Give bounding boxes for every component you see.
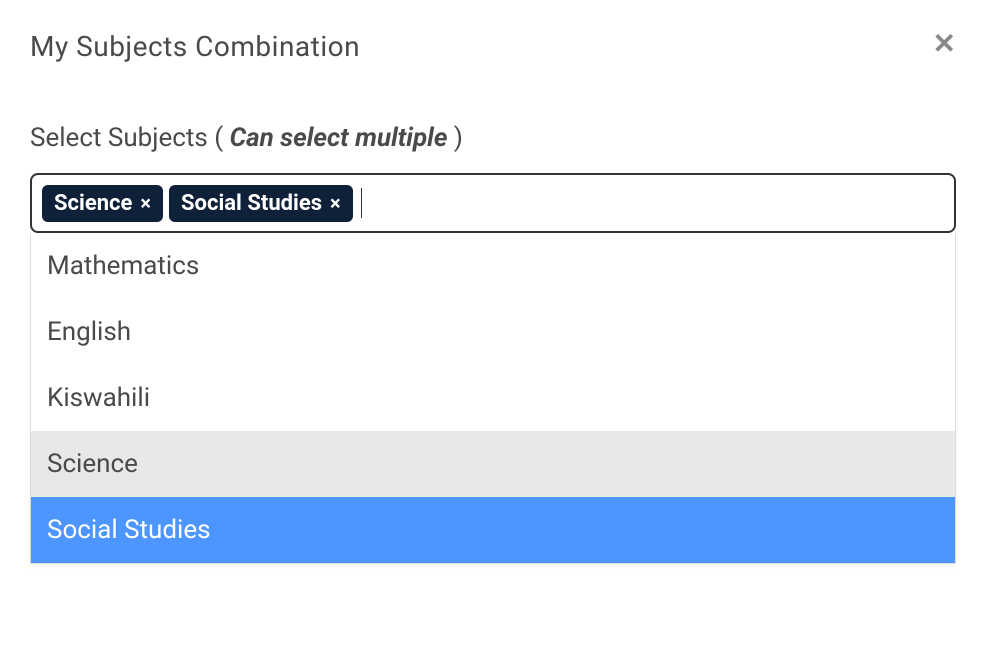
dropdown-menu: Mathematics English Kiswahili Science So… xyxy=(30,233,956,564)
modal-title: My Subjects Combination xyxy=(30,30,360,63)
field-label: Select Subjects ( Can select multiple ) xyxy=(30,123,956,153)
chip-remove-icon[interactable]: × xyxy=(140,193,151,213)
field-label-suffix: ) xyxy=(447,123,463,153)
multiselect-input[interactable] xyxy=(361,188,369,218)
chip-label: Social Studies xyxy=(181,191,322,216)
option-english[interactable]: English xyxy=(31,299,955,365)
option-science[interactable]: Science xyxy=(31,431,955,497)
option-mathematics[interactable]: Mathematics xyxy=(31,233,955,299)
modal-header: My Subjects Combination ✕ xyxy=(30,30,956,63)
subjects-multiselect: Science × Social Studies × Mathematics E… xyxy=(30,173,956,564)
field-hint: Can select multiple xyxy=(230,123,448,153)
option-kiswahili[interactable]: Kiswahili xyxy=(31,365,955,431)
option-social-studies[interactable]: Social Studies xyxy=(31,497,955,563)
close-button[interactable]: ✕ xyxy=(933,30,956,58)
chip-social-studies: Social Studies × xyxy=(169,185,353,222)
close-icon: ✕ xyxy=(933,28,956,59)
select-box[interactable]: Science × Social Studies × xyxy=(30,173,956,233)
chip-remove-icon[interactable]: × xyxy=(330,193,341,213)
chip-label: Science xyxy=(54,191,132,216)
field-label-prefix: Select Subjects ( xyxy=(30,123,230,153)
chip-science: Science × xyxy=(42,185,163,222)
